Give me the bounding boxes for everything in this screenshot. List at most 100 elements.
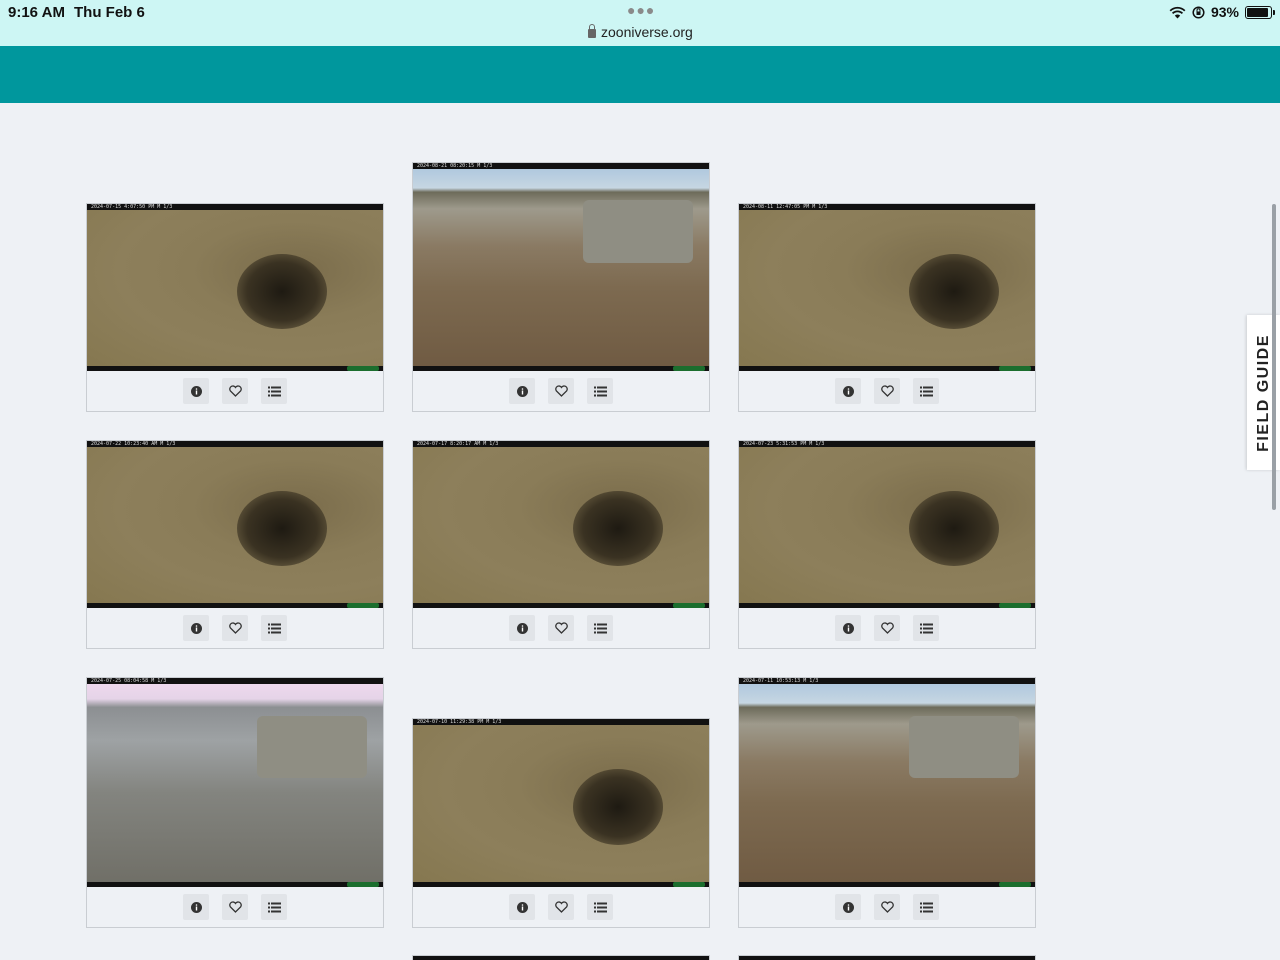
subject-card[interactable] xyxy=(738,955,1036,960)
info-button[interactable] xyxy=(183,894,209,920)
system-icons: 93% xyxy=(1169,4,1275,20)
card-actions xyxy=(413,887,709,927)
heart-icon xyxy=(554,901,568,913)
card-actions xyxy=(739,371,1035,411)
info-button[interactable] xyxy=(183,615,209,641)
battery-percent: 93% xyxy=(1210,4,1239,20)
field-guide-label: FIELD GUIDE xyxy=(1254,333,1272,452)
battery-icon xyxy=(1245,5,1275,19)
info-icon xyxy=(516,622,528,634)
info-icon xyxy=(190,385,202,397)
scrollbar[interactable] xyxy=(1272,204,1276,510)
collections-button[interactable] xyxy=(587,378,613,404)
heart-icon xyxy=(554,385,568,397)
lock-icon xyxy=(588,23,596,38)
favorite-button[interactable] xyxy=(874,615,900,641)
subject-image[interactable]: 2024-07-22 10:23:40 AM M 1/3 xyxy=(87,441,383,608)
list-icon xyxy=(267,386,281,397)
ios-status-bar: 9:16 AM Thu Feb 6 ●●● zooniverse.org 93% xyxy=(0,0,1280,46)
subject-card[interactable]: 2024-08-21 08:20:15 M 1/3 xyxy=(412,162,710,412)
site-header xyxy=(0,46,1280,103)
info-button[interactable] xyxy=(835,378,861,404)
subject-image[interactable]: 2024-07-15 4:07:50 PM M 1/3 xyxy=(87,204,383,371)
subject-card[interactable]: 2024-07-15 4:07:50 PM M 1/3 xyxy=(86,203,384,412)
multitasking-dots-icon[interactable]: ●●● xyxy=(627,2,655,18)
collections-button[interactable] xyxy=(261,615,287,641)
address-bar[interactable]: zooniverse.org xyxy=(588,23,693,40)
subject-card[interactable] xyxy=(412,955,710,960)
collections-button[interactable] xyxy=(913,615,939,641)
heart-icon xyxy=(228,622,242,634)
info-button[interactable] xyxy=(509,378,535,404)
subject-card[interactable]: 2024-07-23 5:31:53 PM M 1/3 xyxy=(738,440,1036,649)
info-button[interactable] xyxy=(835,894,861,920)
list-icon xyxy=(593,623,607,634)
favorite-button[interactable] xyxy=(548,378,574,404)
info-button[interactable] xyxy=(509,894,535,920)
collections-button[interactable] xyxy=(587,615,613,641)
heart-icon xyxy=(880,901,894,913)
subject-card[interactable]: 2024-07-17 8:20:17 AM M 1/3 xyxy=(412,440,710,649)
card-actions xyxy=(413,371,709,411)
subject-image[interactable]: 2024-07-17 8:20:17 AM M 1/3 xyxy=(413,441,709,608)
info-button[interactable] xyxy=(509,615,535,641)
heart-icon xyxy=(880,385,894,397)
card-actions xyxy=(87,887,383,927)
subject-image[interactable]: 2024-07-23 5:31:53 PM M 1/3 xyxy=(739,441,1035,608)
subject-image[interactable]: 2024-08-21 08:20:15 M 1/3 xyxy=(413,163,709,371)
card-actions xyxy=(87,608,383,648)
collections-button[interactable] xyxy=(261,894,287,920)
list-icon xyxy=(593,386,607,397)
collections-button[interactable] xyxy=(913,378,939,404)
favorite-button[interactable] xyxy=(548,894,574,920)
subject-image[interactable]: 2024-08-11 12:47:05 PM M 1/3 xyxy=(739,204,1035,371)
info-button[interactable] xyxy=(183,378,209,404)
subject-image[interactable]: 2024-07-25 08:04:58 M 1/3 xyxy=(87,678,383,887)
favorite-button[interactable] xyxy=(222,894,248,920)
heart-icon xyxy=(880,622,894,634)
wifi-icon xyxy=(1169,6,1186,18)
camera-timestamp: 2024-08-11 12:47:05 PM M 1/3 xyxy=(739,204,1035,210)
favorite-button[interactable] xyxy=(222,615,248,641)
subject-image[interactable]: 2024-07-11 10:53:13 M 1/3 xyxy=(739,678,1035,887)
list-icon xyxy=(593,902,607,913)
list-icon xyxy=(267,623,281,634)
orientation-lock-icon xyxy=(1192,5,1205,19)
url-text: zooniverse.org xyxy=(601,24,693,40)
list-icon xyxy=(919,386,933,397)
camera-timestamp: 2024-08-21 08:20:15 M 1/3 xyxy=(413,163,709,169)
card-actions xyxy=(413,608,709,648)
camera-timestamp: 2024-07-22 10:23:40 AM M 1/3 xyxy=(87,441,383,447)
favorite-button[interactable] xyxy=(548,615,574,641)
subject-image[interactable]: 2024-07-10 11:29:38 PM M 1/3 xyxy=(413,719,709,887)
subject-card[interactable]: 2024-07-10 11:29:38 PM M 1/3 xyxy=(412,718,710,928)
favorite-button[interactable] xyxy=(874,894,900,920)
card-actions xyxy=(739,887,1035,927)
subject-card[interactable]: 2024-08-11 12:47:05 PM M 1/3 xyxy=(738,203,1036,412)
camera-timestamp: 2024-07-23 5:31:53 PM M 1/3 xyxy=(739,441,1035,447)
info-button[interactable] xyxy=(835,615,861,641)
favorite-button[interactable] xyxy=(874,378,900,404)
subject-card[interactable]: 2024-07-22 10:23:40 AM M 1/3 xyxy=(86,440,384,649)
subject-card[interactable]: 2024-07-25 08:04:58 M 1/3 xyxy=(86,677,384,928)
heart-icon xyxy=(554,622,568,634)
list-icon xyxy=(919,902,933,913)
info-icon xyxy=(516,901,528,913)
collections-button[interactable] xyxy=(261,378,287,404)
info-icon xyxy=(190,901,202,913)
card-actions xyxy=(739,608,1035,648)
info-icon xyxy=(190,622,202,634)
favorite-button[interactable] xyxy=(222,378,248,404)
status-time: 9:16 AM xyxy=(8,4,65,21)
list-icon xyxy=(267,902,281,913)
heart-icon xyxy=(228,901,242,913)
collections-button[interactable] xyxy=(587,894,613,920)
camera-timestamp: 2024-07-25 08:04:58 M 1/3 xyxy=(87,678,383,684)
heart-icon xyxy=(228,385,242,397)
info-icon xyxy=(516,385,528,397)
subject-card[interactable]: 2024-07-11 10:53:13 M 1/3 xyxy=(738,677,1036,928)
collections-button[interactable] xyxy=(913,894,939,920)
list-icon xyxy=(919,623,933,634)
camera-timestamp: 2024-07-11 10:53:13 M 1/3 xyxy=(739,678,1035,684)
info-icon xyxy=(842,622,854,634)
